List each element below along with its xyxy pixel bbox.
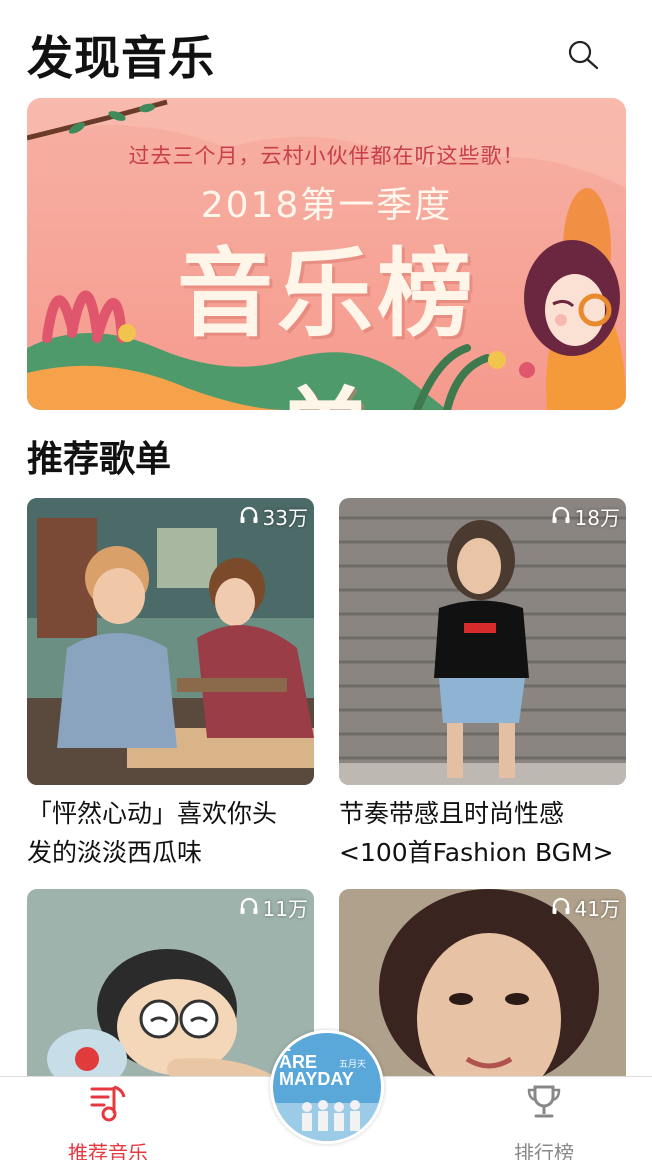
trophy-icon — [526, 1083, 562, 1123]
playlist-cover[interactable]: 33万 — [27, 498, 314, 785]
music-list-icon — [90, 1083, 126, 1123]
play-count: 33万 — [239, 502, 308, 531]
now-playing-disc[interactable]: E ARE MAYDAY 五月天 — [270, 1030, 384, 1144]
play-count: 11万 — [239, 893, 308, 922]
tab-label: 排行榜 — [514, 1141, 574, 1160]
play-count-value: 18万 — [574, 506, 620, 530]
playlist-title-line: <100首Fashion BGM> — [339, 838, 614, 867]
header: 发现音乐 — [0, 0, 652, 96]
banner-carousel[interactable]: 过去三个月，云村小伙伴都在听这些歌！ 2018第一季度 音乐榜单 — [27, 98, 626, 410]
page-title: 发现音乐 — [27, 31, 215, 85]
playlist-title-line: 发的淡淡西瓜味 — [27, 838, 203, 867]
playlist-title-line: 节奏带感且时尚性感 — [339, 799, 565, 828]
album-text-line: MAYDAY — [279, 1069, 354, 1089]
headphones-icon — [551, 896, 571, 920]
album-cover-small-text: 五月天 — [339, 1060, 367, 1070]
playlist-cover-image — [339, 498, 626, 785]
play-count: 18万 — [551, 502, 620, 531]
playlist-title[interactable]: 节奏带感且时尚性感 <100首Fashion BGM> — [339, 794, 639, 872]
headphones-icon — [239, 896, 259, 920]
playlist-cover[interactable]: 18万 — [339, 498, 626, 785]
playlist-cover-image — [27, 498, 314, 785]
tab-label: 推荐音乐 — [68, 1141, 148, 1160]
playlist-title-line: 「怦然心动」喜欢你头 — [27, 799, 278, 828]
play-count: 41万 — [551, 893, 620, 922]
search-icon[interactable] — [566, 38, 602, 74]
play-count-value: 41万 — [574, 897, 620, 921]
banner-headline: 音乐榜单 — [177, 238, 477, 410]
playlist-title[interactable]: 「怦然心动」喜欢你头 发的淡淡西瓜味 — [27, 794, 327, 872]
tab-recommend-music[interactable]: 推荐音乐 — [28, 1077, 188, 1160]
tab-ranking[interactable]: 排行榜 — [464, 1077, 624, 1160]
section-title: 推荐歌单 — [27, 439, 172, 480]
headphones-icon — [551, 505, 571, 529]
banner-subtitle: 过去三个月，云村小伙伴都在听这些歌！ — [128, 144, 525, 168]
headphones-icon — [239, 505, 259, 529]
play-count-value: 11万 — [262, 897, 308, 921]
play-count-value: 33万 — [262, 506, 308, 530]
